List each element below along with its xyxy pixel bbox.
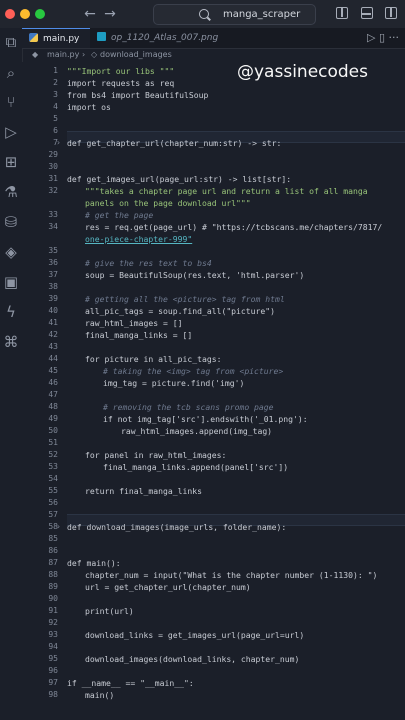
code-line: 53 final_manga_links.append(panel['src'])	[48, 462, 289, 472]
code-line-wrap: panels on the page download url"""	[85, 198, 251, 208]
tab-image-file[interactable]: op_1120_Atlas_007.png	[90, 28, 235, 48]
code-line: 57	[48, 510, 58, 519]
breadcrumb-file-icon: ◆	[32, 50, 39, 59]
code-line: 34 res = req.get(page_url) # "https://tcb…	[48, 222, 383, 232]
forward-arrow-icon[interactable]: →	[102, 5, 118, 23]
code-line: 89 url = get_chapter_url(chapter_num)	[48, 582, 251, 592]
code-line: 42 final_manga_links = []	[48, 330, 193, 340]
code-line: 85	[48, 534, 58, 543]
python-file-icon	[29, 33, 38, 42]
code-line: 91 print(url)	[48, 606, 134, 616]
split-editor-icon[interactable]: ▯	[379, 31, 385, 44]
fold-arrow-icon: ›	[56, 138, 61, 147]
code-line: 94	[48, 642, 58, 651]
code-line: 33 # get the page	[48, 210, 154, 220]
code-line: 54	[48, 474, 58, 483]
close-window-button[interactable]	[5, 9, 15, 19]
activity-bar: ⧉ ⌕ ⑂ ▷ ⊞ ⚗ ⛁ ◈ ▣ ϟ ⌘	[0, 28, 23, 720]
terminal-icon[interactable]: ▣	[3, 274, 19, 290]
code-line: 43	[48, 342, 58, 351]
code-line: 47	[48, 390, 58, 399]
code-line-folded[interactable]: 7 › def get_chapter_url(chapter_num:str) -…	[22, 137, 405, 149]
code-line: 32 """takes a chapter page url and return…	[48, 186, 368, 196]
connections-icon[interactable]: ⌘	[3, 334, 19, 350]
code-line: 49 if not img_tag['src'].endswith('_01.pn…	[48, 414, 308, 424]
creator-watermark: @yassinecodes	[237, 62, 369, 82]
breadcrumb-separator-icon: ›	[82, 50, 86, 59]
layout-sidebar-icon[interactable]	[336, 7, 348, 19]
code-line: 56	[48, 498, 58, 507]
editor-actions: ▷ ▯ ···	[367, 28, 399, 48]
search-icon	[199, 9, 209, 19]
function-symbol-icon: ◇	[91, 50, 98, 59]
code-line: 97 if __name__ == "__main__":	[48, 678, 194, 688]
code-line: 93 download_links = get_images_url(page_u…	[48, 630, 305, 640]
code-line: 52 for panel in raw_html_images:	[48, 450, 227, 460]
tab-label: main.py	[43, 34, 80, 44]
layout-panel-icon[interactable]	[361, 7, 373, 19]
editor-tabs: main.py op_1120_Atlas_007.png ▷ ▯ ···	[22, 28, 405, 49]
code-line: 5	[53, 114, 58, 123]
code-line: 51	[48, 438, 58, 447]
code-line-folded[interactable]: 58 › def download_images(image_urls, folde…	[22, 521, 405, 533]
code-line: 98 main()	[48, 690, 115, 700]
explorer-icon[interactable]: ⧉	[3, 34, 19, 50]
code-line: 88 chapter_num = input("What is the chapt…	[48, 570, 378, 580]
code-line: 48 # removing the tcb scans promo page	[48, 402, 274, 412]
code-line: 40 all_pic_tags = soup.find_all("picture"…	[48, 306, 276, 316]
maximize-window-button[interactable]	[35, 9, 45, 19]
code-line: 45 # taking the <img> tag from <picture>	[48, 366, 284, 376]
code-line-wrap: one-piece-chapter-999"	[85, 234, 193, 244]
testing-icon[interactable]: ⚗	[3, 184, 19, 200]
layers-icon[interactable]: ◈	[3, 244, 19, 260]
code-line: 44 for picture in all_pic_tags:	[48, 354, 222, 364]
code-line: 96	[48, 666, 58, 675]
code-line: 86	[48, 546, 58, 555]
code-line: 36 # give the res text to bs4	[48, 258, 212, 268]
fold-arrow-icon: ›	[56, 522, 61, 531]
code-editor[interactable]: 1 """Import our libs """ 2 import requests…	[22, 62, 405, 720]
breadcrumb-symbol[interactable]: download_images	[100, 48, 172, 62]
code-line: 31 def get_images_url(page_url:str) -> li…	[48, 174, 292, 184]
code-line: 38	[48, 282, 58, 291]
code-line: 87 def main():	[48, 558, 121, 568]
run-icon[interactable]: ▷	[367, 31, 375, 44]
back-arrow-icon[interactable]: ←	[82, 5, 98, 23]
breadcrumb-file[interactable]: main.py	[47, 48, 79, 62]
code-line: 6	[53, 126, 58, 135]
tab-label: op_1120_Atlas_007.png	[111, 33, 219, 43]
image-file-icon	[97, 32, 106, 41]
layout-secondary-sidebar-icon[interactable]	[385, 7, 397, 19]
breadcrumb: ◆ main.py › ◇ download_images	[22, 48, 405, 62]
bolt-icon[interactable]: ϟ	[3, 304, 19, 320]
code-line: 50 raw_html_images.append(img_tag)	[48, 426, 273, 436]
code-line: 29	[48, 150, 58, 159]
code-line: 3 from bs4 import BeautifulSoup	[53, 90, 209, 100]
command-search-input[interactable]: manga_scraper	[153, 4, 316, 25]
code-line: 46 img_tag = picture.find('img')	[48, 378, 245, 388]
tab-main-py[interactable]: main.py	[22, 28, 90, 48]
code-line: 92	[48, 618, 58, 627]
search-icon[interactable]: ⌕	[3, 65, 19, 81]
code-line: 37 soup = BeautifulSoup(res.text, 'html.p…	[48, 270, 305, 280]
title-bar: ← → manga_scraper	[0, 0, 405, 28]
code-line: 39 # getting all the <picture> tag from h…	[48, 294, 285, 304]
code-line: 30	[48, 162, 58, 171]
database-icon[interactable]: ⛁	[3, 214, 19, 230]
code-line: 4 import os	[53, 102, 111, 112]
code-line: 95 download_images(download_links, chapte…	[48, 654, 300, 664]
minimize-window-button[interactable]	[20, 9, 30, 19]
more-actions-icon[interactable]: ···	[389, 31, 400, 44]
code-line: 35	[48, 246, 58, 255]
source-control-icon[interactable]: ⑂	[3, 94, 19, 110]
code-line: 55 return final_manga_links	[48, 486, 202, 496]
workspace-name: manga_scraper	[223, 9, 301, 20]
run-debug-icon[interactable]: ▷	[3, 124, 19, 140]
code-line: 90	[48, 594, 58, 603]
extensions-icon[interactable]: ⊞	[3, 154, 19, 170]
code-line: 41 raw_html_images = []	[48, 318, 183, 328]
